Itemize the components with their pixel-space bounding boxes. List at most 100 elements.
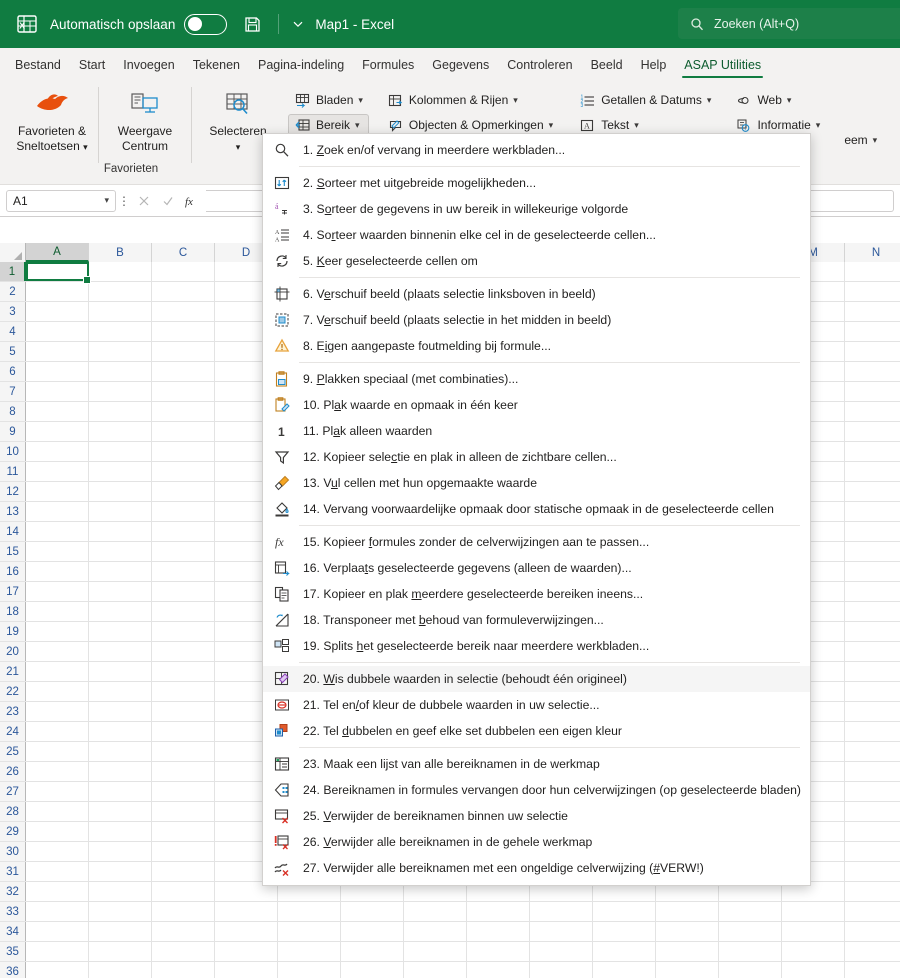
cell-N34[interactable] xyxy=(845,922,900,941)
cell-C33[interactable] xyxy=(152,902,215,921)
save-icon[interactable] xyxy=(239,11,265,37)
cell-C3[interactable] xyxy=(152,302,215,321)
cell-M35[interactable] xyxy=(782,942,845,961)
row-header-20[interactable]: 20 xyxy=(0,642,26,661)
column-header-C[interactable]: C xyxy=(152,243,215,262)
cell-C14[interactable] xyxy=(152,522,215,541)
favorieten-sneltoetsen-button[interactable]: Favorieten & Sneltoetsen ▾ xyxy=(6,81,98,163)
cell-C12[interactable] xyxy=(152,482,215,501)
column-header-A[interactable]: A xyxy=(26,243,89,262)
vertical-ellipsis-icon[interactable]: ⋮ xyxy=(116,194,132,208)
cell-B17[interactable] xyxy=(89,582,152,601)
menu-item-11[interactable]: 1 11. Plak alleen waarden xyxy=(263,418,810,444)
cell-A22[interactable] xyxy=(26,682,89,701)
tab-asap-utilities[interactable]: ASAP Utilities xyxy=(675,52,770,79)
cell-N29[interactable] xyxy=(845,822,900,841)
cell-C11[interactable] xyxy=(152,462,215,481)
cell-H36[interactable] xyxy=(467,962,530,978)
row-header-11[interactable]: 11 xyxy=(0,462,26,481)
cell-N26[interactable] xyxy=(845,762,900,781)
cell-A24[interactable] xyxy=(26,722,89,741)
cell-C20[interactable] xyxy=(152,642,215,661)
fx-icon[interactable]: fx xyxy=(180,190,204,212)
menu-item-1[interactable]: 1. Zoek en/of vervang in meerdere werkbl… xyxy=(263,137,810,163)
cell-I35[interactable] xyxy=(530,942,593,961)
cell-A28[interactable] xyxy=(26,802,89,821)
bladen-button[interactable]: Bladen ▾ xyxy=(288,89,369,111)
cell-B35[interactable] xyxy=(89,942,152,961)
cell-A15[interactable] xyxy=(26,542,89,561)
cell-B33[interactable] xyxy=(89,902,152,921)
cancel-x-icon[interactable] xyxy=(132,190,156,212)
cell-G33[interactable] xyxy=(404,902,467,921)
name-box[interactable]: A1 ▾ xyxy=(6,189,116,212)
row-header-7[interactable]: 7 xyxy=(0,382,26,401)
start-button[interactable]: St xyxy=(893,139,900,161)
row-header-32[interactable]: 32 xyxy=(0,882,26,901)
row-header-28[interactable]: 28 xyxy=(0,802,26,821)
cell-G34[interactable] xyxy=(404,922,467,941)
row-header-1[interactable]: 1 xyxy=(0,262,26,281)
cell-C24[interactable] xyxy=(152,722,215,741)
cell-N5[interactable] xyxy=(845,342,900,361)
row-header-6[interactable]: 6 xyxy=(0,362,26,381)
menu-item-4[interactable]: A A 4. Sorteer waarden binnenin elke cel i… xyxy=(263,222,810,248)
menu-item-12[interactable]: 12. Kopieer selectie en plak in alleen d… xyxy=(263,444,810,470)
cell-C27[interactable] xyxy=(152,782,215,801)
row-header-27[interactable]: 27 xyxy=(0,782,26,801)
importeren-button[interactable]: Im xyxy=(893,89,900,111)
menu-item-20[interactable]: 20. Wis dubbele waarden in selectie (beh… xyxy=(263,666,810,692)
cell-B13[interactable] xyxy=(89,502,152,521)
cell-N7[interactable] xyxy=(845,382,900,401)
cell-N20[interactable] xyxy=(845,642,900,661)
cell-N13[interactable] xyxy=(845,502,900,521)
row-header-23[interactable]: 23 xyxy=(0,702,26,721)
row-header-21[interactable]: 21 xyxy=(0,662,26,681)
cell-N4[interactable] xyxy=(845,322,900,341)
chevron-down-icon[interactable] xyxy=(287,13,309,35)
cell-C13[interactable] xyxy=(152,502,215,521)
cell-C9[interactable] xyxy=(152,422,215,441)
menu-item-25[interactable]: 25. Verwijder de bereiknamen binnen uw s… xyxy=(263,803,810,829)
cell-N36[interactable] xyxy=(845,962,900,978)
menu-item-13[interactable]: 13. Vul cellen met hun opgemaakte waarde xyxy=(263,470,810,496)
cell-K36[interactable] xyxy=(656,962,719,978)
row-header-12[interactable]: 12 xyxy=(0,482,26,501)
cell-B9[interactable] xyxy=(89,422,152,441)
cell-C1[interactable] xyxy=(152,262,215,281)
cell-C34[interactable] xyxy=(152,922,215,941)
autosave-toggle[interactable] xyxy=(184,13,228,35)
cell-C2[interactable] xyxy=(152,282,215,301)
cell-C19[interactable] xyxy=(152,622,215,641)
cell-C21[interactable] xyxy=(152,662,215,681)
cell-N16[interactable] xyxy=(845,562,900,581)
column-header-B[interactable]: B xyxy=(89,243,152,262)
cell-N23[interactable] xyxy=(845,702,900,721)
cell-L33[interactable] xyxy=(719,902,782,921)
cell-C23[interactable] xyxy=(152,702,215,721)
cell-C18[interactable] xyxy=(152,602,215,621)
cell-N35[interactable] xyxy=(845,942,900,961)
cell-B22[interactable] xyxy=(89,682,152,701)
row-header-9[interactable]: 9 xyxy=(0,422,26,441)
cell-A17[interactable] xyxy=(26,582,89,601)
row-header-26[interactable]: 26 xyxy=(0,762,26,781)
cell-M33[interactable] xyxy=(782,902,845,921)
cell-A3[interactable] xyxy=(26,302,89,321)
cell-A13[interactable] xyxy=(26,502,89,521)
cell-A12[interactable] xyxy=(26,482,89,501)
menu-item-21[interactable]: 21. Tel en/of kleur de dubbele waarden i… xyxy=(263,692,810,718)
row-header-22[interactable]: 22 xyxy=(0,682,26,701)
cell-E35[interactable] xyxy=(278,942,341,961)
menu-item-24[interactable]: 24. Bereiknamen in formules vervangen do… xyxy=(263,777,810,803)
row-header-24[interactable]: 24 xyxy=(0,722,26,741)
cell-N30[interactable] xyxy=(845,842,900,861)
cell-C32[interactable] xyxy=(152,882,215,901)
cell-I34[interactable] xyxy=(530,922,593,941)
tab-invoegen[interactable]: Invoegen xyxy=(114,52,183,79)
cell-N22[interactable] xyxy=(845,682,900,701)
tab-help[interactable]: Help xyxy=(632,52,676,79)
cell-N24[interactable] xyxy=(845,722,900,741)
cell-F35[interactable] xyxy=(341,942,404,961)
cell-L34[interactable] xyxy=(719,922,782,941)
